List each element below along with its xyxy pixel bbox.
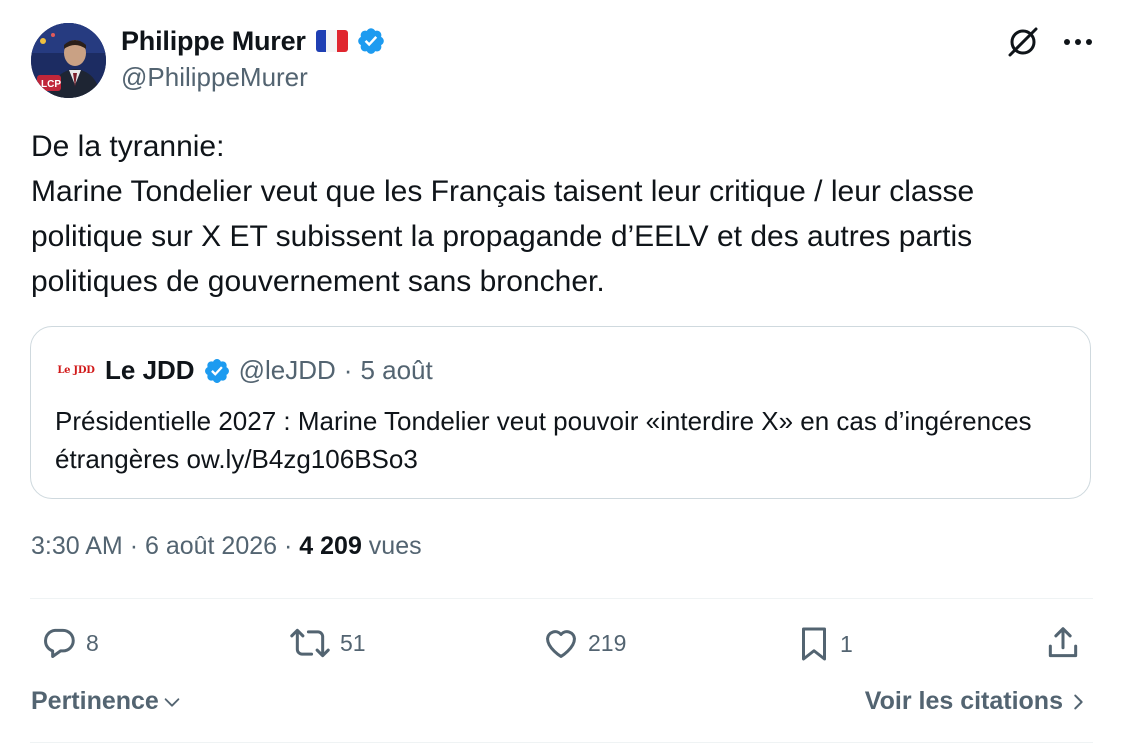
meta-separator: · bbox=[129, 532, 139, 560]
repost-count: 51 bbox=[340, 629, 366, 656]
divider bbox=[30, 598, 1093, 599]
share-icon bbox=[1048, 627, 1078, 658]
sort-label: Pertinence bbox=[31, 687, 159, 715]
author-handle[interactable]: @PhilippeMurer bbox=[121, 62, 308, 93]
verified-badge-icon[interactable] bbox=[356, 26, 386, 56]
chevron-right-icon bbox=[1074, 694, 1083, 709]
author-avatar[interactable]: LCP bbox=[31, 23, 106, 98]
author-name-row: Philippe Murer bbox=[121, 24, 386, 58]
bookmark-icon bbox=[802, 627, 826, 661]
tweet-meta: 3:30 AM · 6 août 2026 · 4 209 vues bbox=[31, 532, 422, 561]
bookmark-count: 1 bbox=[840, 630, 853, 657]
chevron-down-icon bbox=[164, 697, 180, 707]
quoted-author-handle: @leJDD bbox=[238, 355, 336, 385]
grok-icon[interactable] bbox=[1005, 24, 1041, 60]
views-count: 4 209 bbox=[299, 532, 362, 560]
author-display-name[interactable]: Philippe Murer bbox=[121, 26, 306, 57]
repost-button[interactable]: 51 bbox=[288, 624, 366, 662]
share-button[interactable] bbox=[1044, 624, 1082, 662]
svg-text:LCP: LCP bbox=[41, 79, 61, 90]
meta-separator: · bbox=[284, 532, 293, 560]
quoted-tweet-text: Présidentielle 2027 : Marine Tondelier v… bbox=[55, 406, 1032, 474]
tweet-time[interactable]: 3:30 AM bbox=[31, 532, 123, 560]
repost-icon bbox=[290, 628, 330, 658]
quoted-tweet-header: Le JDD Le JDD @leJDD · 5 août bbox=[55, 355, 432, 386]
views-label: vues bbox=[368, 532, 422, 560]
tweet-text: De la tyrannie: Marine Tondelier veut qu… bbox=[31, 130, 975, 298]
sort-dropdown[interactable]: Pertinence bbox=[31, 687, 183, 716]
tweet: LCP Philippe Murer @PhilippeMurer De la … bbox=[0, 0, 1123, 743]
verified-badge-icon bbox=[204, 358, 229, 383]
quoted-tweet-card[interactable]: Le JDD Le JDD @leJDD · 5 août Présidenti… bbox=[30, 326, 1091, 499]
bookmark-button[interactable]: 1 bbox=[796, 624, 853, 664]
more-options-icon[interactable] bbox=[1063, 36, 1093, 48]
france-flag-icon bbox=[315, 30, 348, 52]
reply-count: 8 bbox=[86, 629, 99, 656]
reply-button[interactable]: 8 bbox=[40, 624, 99, 662]
reply-icon bbox=[44, 628, 75, 658]
heart-icon bbox=[546, 630, 576, 658]
view-quotes-link[interactable]: Voir les citations bbox=[865, 687, 1087, 716]
like-button[interactable]: 219 bbox=[542, 624, 626, 662]
like-count: 219 bbox=[588, 629, 627, 656]
quoted-author-name[interactable]: Le JDD bbox=[105, 355, 195, 386]
avatar-image: LCP bbox=[31, 23, 106, 98]
view-quotes-label: Voir les citations bbox=[864, 687, 1063, 715]
quoted-meta-separator: · bbox=[343, 355, 353, 385]
tweet-top-actions bbox=[1005, 24, 1093, 60]
tweet-date[interactable]: 6 août 2026 bbox=[145, 532, 277, 560]
quoted-author-avatar[interactable]: Le JDD bbox=[55, 358, 97, 384]
quoted-tweet-date[interactable]: 5 août bbox=[360, 355, 432, 386]
